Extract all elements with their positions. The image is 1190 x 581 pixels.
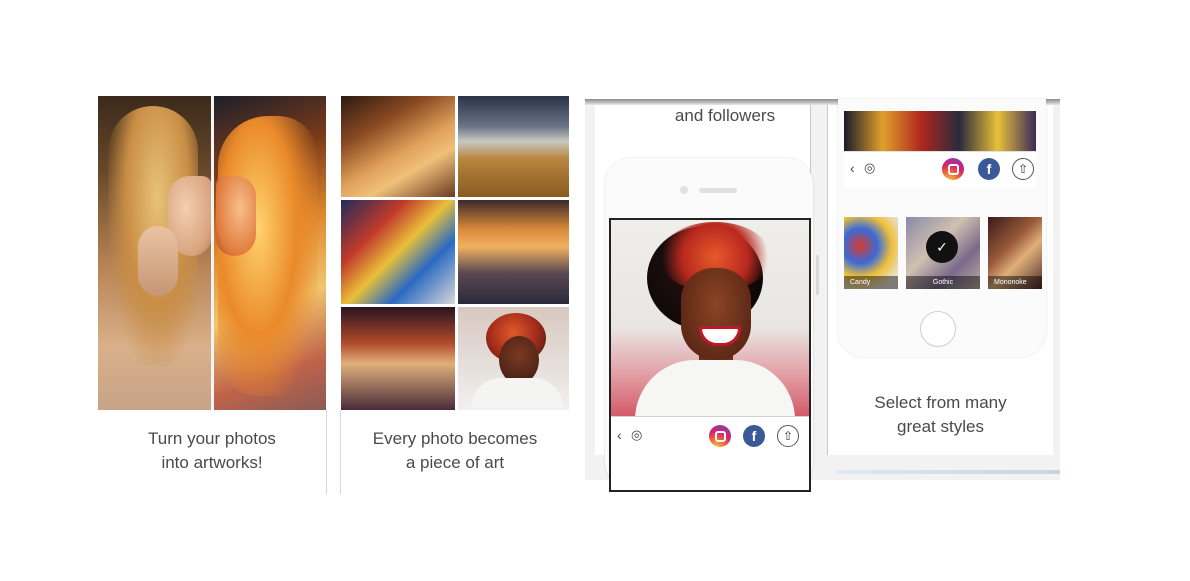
home-button[interactable] <box>920 311 956 347</box>
style-card-mononoke[interactable]: Mononoke <box>988 217 1042 289</box>
phone-column-a: and followers ‹ ◎ f ⇧ <box>595 105 819 492</box>
promo-panel-2: Every photo becomes a piece of art <box>340 96 569 494</box>
art-tile <box>341 200 455 304</box>
tile-shirt <box>471 378 563 408</box>
promo-panel-3: and followers ‹ ◎ f ⇧ ‹ ◎ f ⇧ Candy ✓ Go… <box>585 99 1060 492</box>
style-label: Gothic <box>906 276 980 289</box>
panel-caption: Select from many great styles <box>838 391 1043 439</box>
panel-edge <box>340 410 341 494</box>
art-tile <box>458 96 569 197</box>
back-icon[interactable]: ‹ <box>617 427 622 443</box>
style-card-gothic[interactable]: ✓ Gothic <box>906 217 980 289</box>
caption-line: Select from many <box>874 393 1007 412</box>
phone-column-b: ‹ ◎ f ⇧ Candy ✓ Gothic Mononoke Select f… <box>827 99 1053 455</box>
style-picker: Candy ✓ Gothic Mononoke <box>844 217 1042 293</box>
share-icon[interactable]: ⇧ <box>777 425 799 447</box>
hand-left <box>138 226 178 296</box>
panel-caption: Every photo becomes a piece of art <box>341 427 569 475</box>
style-label: Mononoke <box>988 276 1042 289</box>
style-card-candy[interactable]: Candy <box>844 217 898 289</box>
camera-dot <box>680 186 688 194</box>
instagram-icon[interactable] <box>942 158 964 180</box>
instagram-icon[interactable] <box>709 425 731 447</box>
caption-line: great styles <box>897 417 984 436</box>
promo-panel-1: Turn your photos into artworks! <box>98 96 327 494</box>
caption-line: into artworks! <box>161 453 263 472</box>
phone-screen: ‹ ◎ f ⇧ <box>609 218 811 492</box>
split-divider <box>211 96 214 410</box>
artwork-preview <box>844 111 1036 151</box>
camera-icon[interactable]: ◎ <box>864 160 875 176</box>
hair-right <box>218 116 318 396</box>
facebook-icon[interactable]: f <box>743 425 765 447</box>
caption-line: Every photo becomes <box>372 429 538 448</box>
caption-line: Turn your photos <box>148 429 276 448</box>
portrait-face <box>681 268 751 360</box>
back-icon[interactable]: ‹ <box>850 160 855 176</box>
facebook-icon[interactable]: f <box>978 158 1000 180</box>
art-tile <box>341 307 455 410</box>
share-toolbar: ‹ ◎ f ⇧ <box>611 416 809 457</box>
style-label: Candy <box>844 276 898 289</box>
panel-caption: Turn your photos into artworks! <box>98 427 326 475</box>
before-after-photo <box>98 96 326 410</box>
panel-edge <box>326 410 327 494</box>
share-toolbar: ‹ ◎ f ⇧ <box>844 151 1036 188</box>
camera-icon[interactable]: ◎ <box>631 427 642 443</box>
caption-line: a piece of art <box>405 453 505 472</box>
stylized-portrait <box>611 220 809 420</box>
art-tile <box>458 200 569 304</box>
check-icon: ✓ <box>926 231 958 263</box>
tile-face <box>499 336 539 384</box>
top-caption: and followers <box>674 106 776 125</box>
portrait-shirt <box>635 360 795 420</box>
share-icon[interactable]: ⇧ <box>1012 158 1034 180</box>
speaker-grille <box>699 188 737 193</box>
bottom-strip <box>837 470 1060 474</box>
art-tile <box>341 96 455 197</box>
scrollbar[interactable] <box>816 255 819 295</box>
face-right <box>216 176 256 256</box>
